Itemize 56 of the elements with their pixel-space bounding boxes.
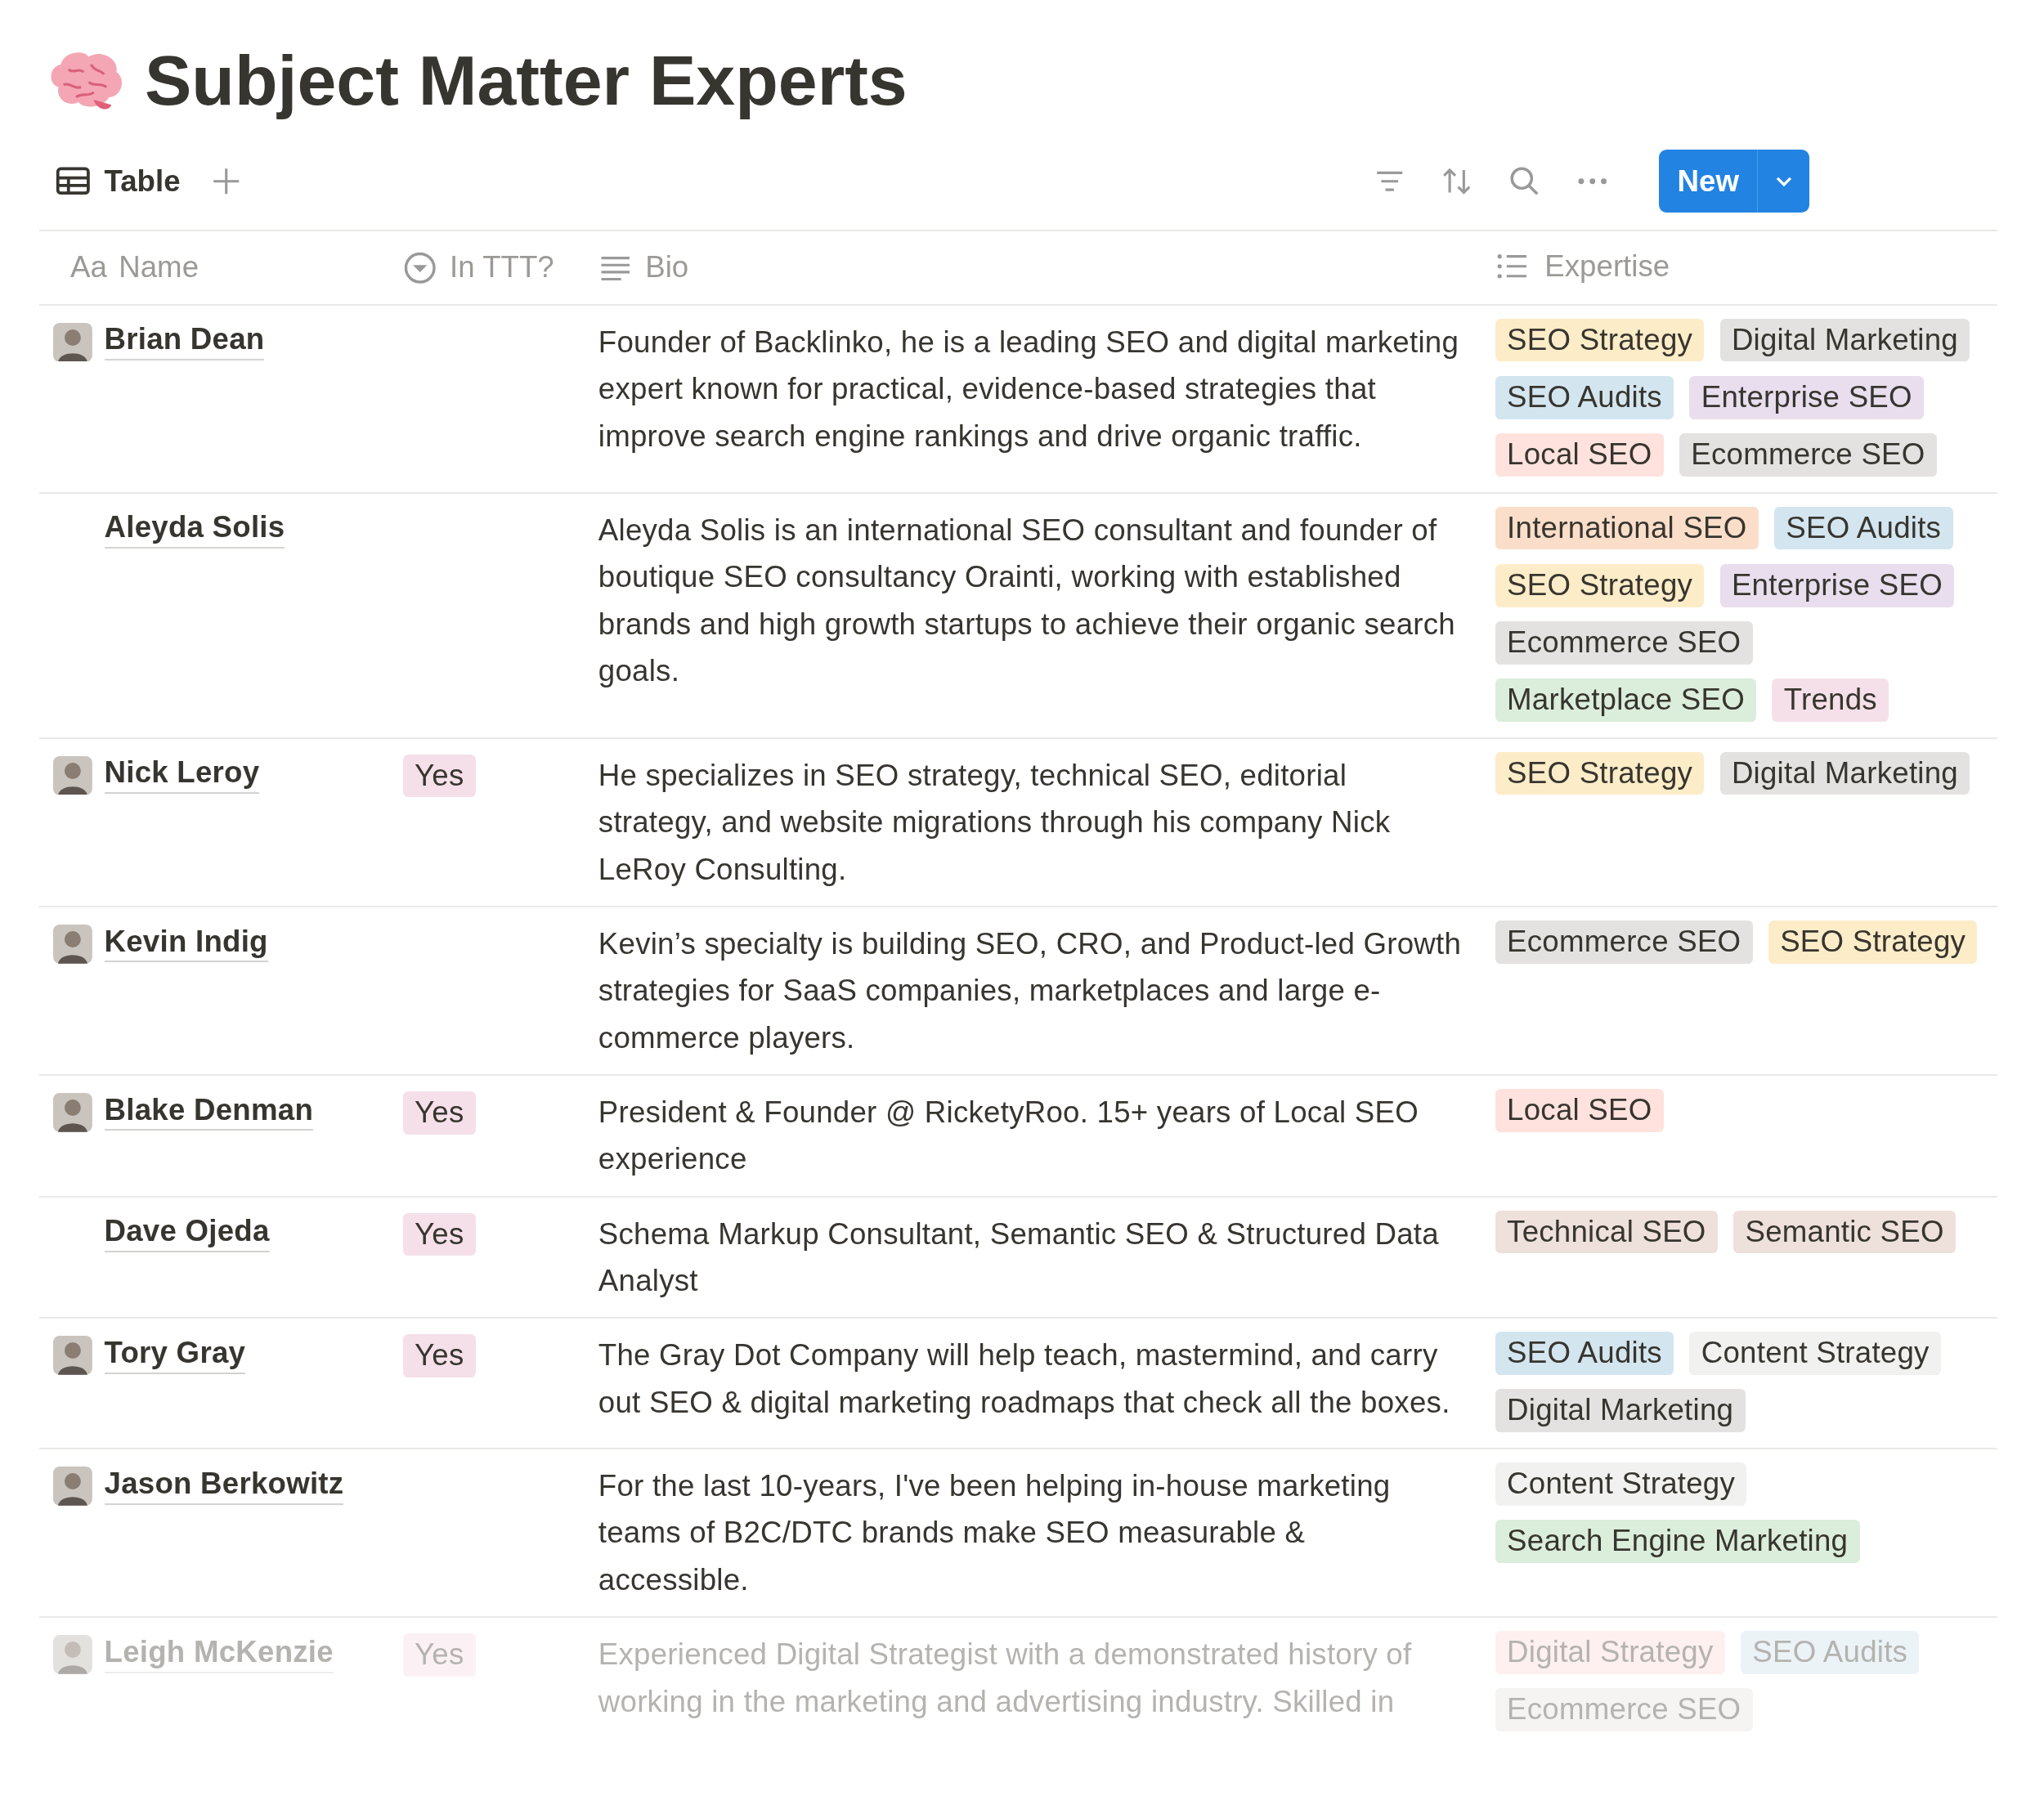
tag: SEO Strategy	[1768, 920, 1978, 964]
tag: SEO Audits	[1495, 1332, 1674, 1375]
expert-name[interactable]: Kevin Indig	[104, 921, 268, 963]
tag: Enterprise SEO	[1689, 375, 1925, 419]
tag: Digital Marketing	[1719, 751, 1970, 795]
expert-name[interactable]: Tory Gray	[104, 1332, 246, 1374]
tag: Digital Strategy	[1495, 1631, 1725, 1674]
tag: SEO Strategy	[1495, 563, 1705, 607]
text-type-icon: Aa	[70, 250, 107, 285]
bio-text: Aleyda Solis is an international SEO consultant and founder of boutique SEO consultancy Orainti, working with established brands and high growth startups to achieve their organic search goals.	[598, 513, 1455, 687]
expert-name[interactable]: Nick Leroy	[104, 753, 260, 795]
tag: Yes	[402, 1091, 476, 1135]
expert-name[interactable]: Blake Denman	[104, 1090, 314, 1131]
tag: Trends	[1772, 679, 1889, 722]
tag: Content Strategy	[1495, 1462, 1747, 1506]
bio-text: Kevin’s specialty is building SEO, CRO, and Product-led Growth strategies for SaaS companies, marketplaces and large e-commerce players.	[598, 926, 1462, 1055]
bio-text: The Gray Dot Company will help teach, mastermind, and carry out SEO & digital marketing roadmaps that check all the boxes.	[598, 1338, 1450, 1419]
tag: Ecommerce SEO	[1495, 1688, 1753, 1731]
new-button[interactable]: New	[1659, 150, 1758, 213]
tag: Semantic SEO	[1733, 1210, 1957, 1254]
tag: SEO Strategy	[1495, 318, 1705, 362]
expert-name[interactable]: Aleyda Solis	[104, 508, 285, 549]
tag: Ecommerce SEO	[1495, 621, 1753, 665]
tag: Ecommerce SEO	[1679, 433, 1937, 477]
select-type-icon	[402, 250, 437, 284]
tag: Ecommerce SEO	[1495, 920, 1753, 964]
tag: Technical SEO	[1495, 1210, 1718, 1254]
bio-text: President & Founder @ RicketyRoo. 15+ years of Local SEO experience	[598, 1095, 1419, 1176]
tag: SEO Audits	[1740, 1631, 1920, 1674]
page-title: Subject Matter Experts	[144, 40, 908, 122]
bio-text: He specializes in SEO strategy, technical SEO, editorial strategy, and website migrations through his company Nick LeRoy Consulting.	[598, 758, 1391, 886]
bio-text: For the last 10-years, I've been helping in-house marketing teams of B2C/DTC brands make SEO measurable & accessible.	[598, 1469, 1391, 1597]
expert-name[interactable]: Brian Dean	[104, 320, 265, 361]
tag: SEO Strategy	[1495, 751, 1705, 795]
bio-text: Founder of Backlinko, he is a leading SEO and digital marketing expert known for practical, evidence-based strategies that improve search engine rankings and drive organic traffic.	[598, 325, 1459, 453]
tag: Yes	[402, 1212, 476, 1256]
tag: Local SEO	[1495, 1088, 1664, 1132]
tag: International SEO	[1495, 506, 1759, 550]
tag: Digital Marketing	[1719, 318, 1970, 362]
tag: Content Strategy	[1689, 1332, 1941, 1375]
expert-name[interactable]: Jason Berkowitz	[104, 1463, 344, 1505]
tag: Enterprise SEO	[1719, 563, 1955, 607]
tag: Marketplace SEO	[1495, 679, 1757, 722]
tag: Yes	[402, 1633, 476, 1677]
new-dropdown-button[interactable]	[1757, 150, 1810, 213]
bio-text: Schema Markup Consultant, Semantic SEO & Structured Data Analyst	[598, 1216, 1439, 1297]
tag: Yes	[402, 1334, 476, 1377]
expert-name[interactable]: Dave Ojeda	[104, 1212, 270, 1253]
tag: Local SEO	[1495, 433, 1664, 477]
bio-text: Experienced Digital Strategist with a demonstrated history of working in the marketing and advertising industry. Skilled in	[598, 1637, 1412, 1718]
tag: Yes	[402, 754, 476, 798]
tag: SEO Audits	[1774, 506, 1953, 550]
view-tab[interactable]: Table	[54, 163, 181, 199]
tag: Digital Marketing	[1495, 1389, 1746, 1432]
tag: Search Engine Marketing	[1495, 1520, 1860, 1563]
tag: SEO Audits	[1495, 375, 1674, 419]
